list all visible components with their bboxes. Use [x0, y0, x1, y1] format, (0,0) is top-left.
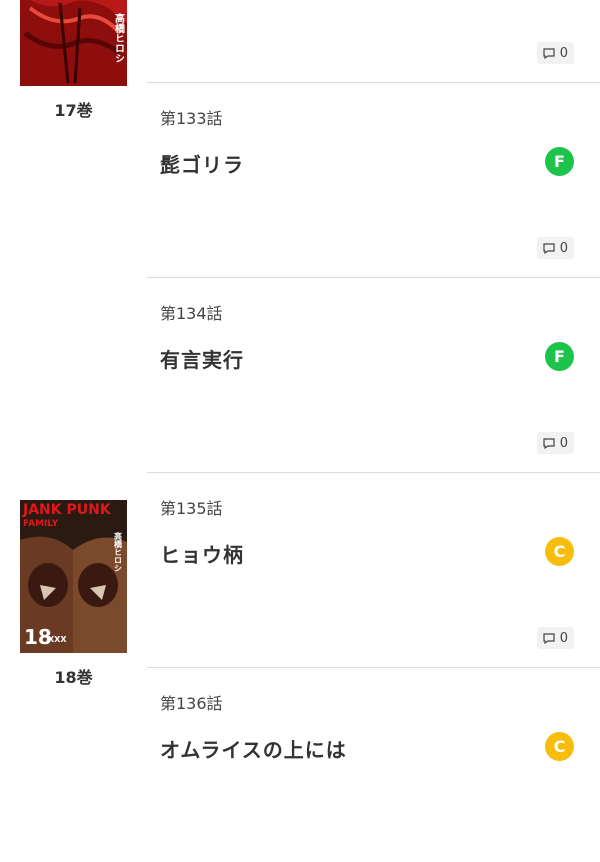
coin-badge: C [545, 537, 574, 566]
volume-18-cover-title: JANK PUNK [22, 502, 112, 518]
coin-badge: C [545, 732, 574, 761]
volume-17-cover[interactable]: 高橋ヒロシ [20, 0, 127, 86]
episode-number: 第133話 [160, 109, 223, 128]
episode-title: 髭ゴリラ [160, 153, 244, 177]
comment-count[interactable]: 0 [536, 42, 574, 64]
episode-title: 有言実行 [160, 348, 244, 372]
comment-count[interactable]: 0 [536, 627, 574, 649]
free-badge: F [545, 147, 574, 176]
comment-count-value: 0 [559, 45, 568, 61]
volume-18-cover[interactable]: JANK PUNK FAMILY 高橋ヒロシ 18 XXX [20, 500, 127, 653]
episode-number: 第135話 [160, 499, 223, 518]
volume-18-cover-subtitle: FAMILY [23, 519, 59, 529]
comment-count-value: 0 [559, 240, 568, 256]
volume-18-cover-author: 高橋ヒロシ [113, 531, 123, 572]
episode-title: ヒョウ柄 [160, 543, 244, 567]
episode-number: 第134話 [160, 304, 223, 323]
volume-18-label: 18巻 [54, 668, 93, 687]
comment-count-value: 0 [559, 630, 568, 646]
episode-row[interactable]: 0 [147, 0, 600, 83]
episode-row[interactable]: 第135話 ヒョウ柄 C 0 [147, 472, 600, 668]
volume-17-label: 17巻 [54, 101, 93, 120]
episode-row[interactable]: 第134話 有言実行 F 0 [147, 277, 600, 473]
free-badge: F [545, 342, 574, 371]
episode-number: 第136話 [160, 694, 223, 713]
volume-18-cover-mark: XXX [48, 635, 67, 644]
comment-count[interactable]: 0 [536, 237, 574, 259]
comment-icon [543, 242, 555, 254]
episode-row[interactable]: 第133話 髭ゴリラ F 0 [147, 82, 600, 278]
episode-title: オムライスの上には [160, 738, 347, 762]
comment-icon [543, 632, 555, 644]
comment-count-value: 0 [559, 435, 568, 451]
comment-icon [543, 437, 555, 449]
volume-17-cover-author: 高橋ヒロシ [113, 12, 125, 63]
episode-row[interactable]: 第136話 オムライスの上には C [147, 667, 600, 862]
comment-icon [543, 47, 555, 59]
comment-count[interactable]: 0 [536, 432, 574, 454]
